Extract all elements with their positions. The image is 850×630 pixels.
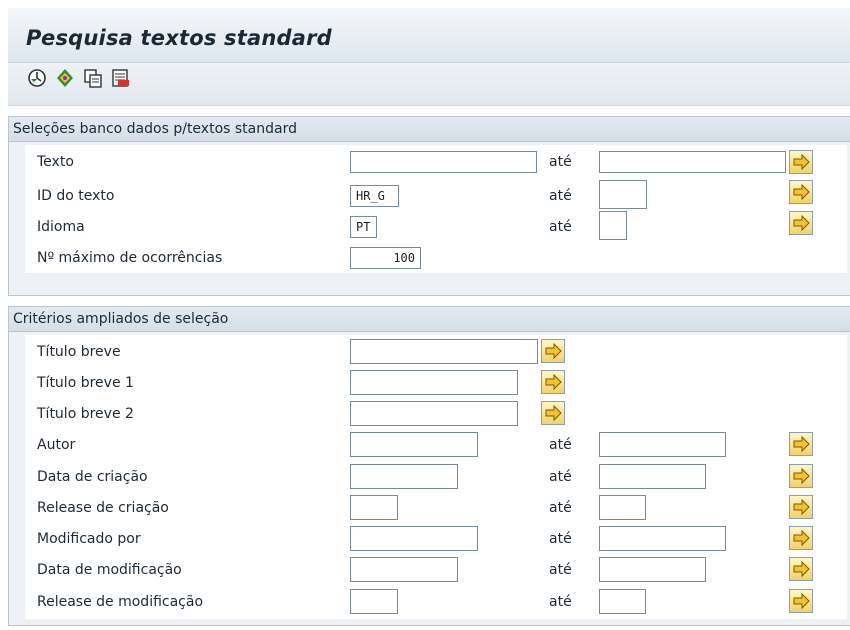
- arrow-right-icon: [545, 342, 562, 360]
- variant-attributes-icon[interactable]: [110, 67, 132, 89]
- range-to-label: até: [549, 562, 572, 578]
- range-to-label: até: [549, 531, 572, 547]
- idioma-to-input[interactable]: [599, 211, 627, 240]
- field-label-titulo-breve: Título breve: [37, 344, 121, 360]
- field-label-data-modificacao: Data de modificação: [37, 562, 182, 578]
- field-label-titulo-breve-1: Título breve 1: [37, 375, 134, 391]
- max-ocorrencias-input[interactable]: [350, 247, 421, 269]
- group-title: Critérios ampliados de seleção: [9, 307, 850, 332]
- arrow-right-icon: [793, 498, 810, 516]
- arrow-right-icon: [545, 404, 562, 422]
- titulo-breve-multiple-selection-button[interactable]: [541, 339, 565, 363]
- titulo-breve-2-multiple-selection-button[interactable]: [541, 401, 565, 425]
- execute-icon[interactable]: [26, 67, 48, 89]
- field-label-titulo-breve-2: Título breve 2: [37, 406, 134, 422]
- range-to-label: até: [549, 500, 572, 516]
- group-database-selections: Seleções banco dados p/textos standard T…: [8, 116, 850, 296]
- id-do-texto-from-input[interactable]: [350, 185, 399, 207]
- arrow-right-icon: [793, 214, 810, 232]
- data-criacao-from-input[interactable]: [350, 464, 458, 489]
- range-to-label: até: [549, 469, 572, 485]
- range-to-label: até: [549, 219, 572, 235]
- field-label-max-ocorrencias: Nº máximo de ocorrências: [37, 250, 223, 266]
- application-toolbar: [8, 63, 850, 106]
- data-modificacao-to-input[interactable]: [599, 557, 706, 582]
- idioma-multiple-selection-button[interactable]: [789, 211, 813, 235]
- release-modificacao-to-input[interactable]: [599, 589, 646, 614]
- copy-icon[interactable]: [82, 67, 104, 89]
- field-label-texto: Texto: [37, 154, 74, 170]
- field-label-modificado-por: Modificado por: [37, 531, 141, 547]
- idioma-from-input[interactable]: [350, 216, 377, 238]
- release-criacao-to-input[interactable]: [599, 495, 646, 520]
- field-label-data-criacao: Data de criação: [37, 469, 148, 485]
- range-to-label: até: [549, 154, 572, 170]
- arrow-right-icon: [793, 592, 810, 610]
- arrow-right-icon: [793, 560, 810, 578]
- arrow-right-icon: [793, 529, 810, 547]
- data-criacao-to-input[interactable]: [599, 464, 706, 489]
- get-variant-icon[interactable]: [54, 67, 76, 89]
- range-to-label: até: [549, 594, 572, 610]
- page-title: Pesquisa textos standard: [26, 26, 332, 50]
- field-label-release-modificacao: Release de modificação: [37, 594, 204, 610]
- texto-multiple-selection-button[interactable]: [789, 150, 813, 174]
- texto-from-input[interactable]: [350, 151, 537, 173]
- titulo-breve-1-input[interactable]: [350, 370, 518, 395]
- release-modificacao-multiple-selection-button[interactable]: [789, 589, 813, 613]
- data-modificacao-multiple-selection-button[interactable]: [789, 557, 813, 581]
- texto-to-input[interactable]: [599, 151, 786, 173]
- titulo-breve-2-input[interactable]: [350, 401, 518, 426]
- release-criacao-from-input[interactable]: [350, 495, 398, 520]
- titulo-breve-1-multiple-selection-button[interactable]: [541, 370, 565, 394]
- titulo-breve-input[interactable]: [350, 339, 538, 364]
- release-criacao-multiple-selection-button[interactable]: [789, 495, 813, 519]
- range-to-label: até: [549, 437, 572, 453]
- data-criacao-multiple-selection-button[interactable]: [789, 464, 813, 488]
- arrow-right-icon: [793, 153, 810, 171]
- range-to-label: até: [549, 188, 572, 204]
- group-title: Seleções banco dados p/textos standard: [9, 117, 850, 142]
- arrow-right-icon: [793, 467, 810, 485]
- id-do-texto-to-input[interactable]: [599, 180, 647, 209]
- arrow-right-icon: [545, 373, 562, 391]
- field-label-autor: Autor: [37, 437, 76, 453]
- release-modificacao-from-input[interactable]: [350, 589, 398, 614]
- arrow-right-icon: [793, 435, 810, 453]
- autor-multiple-selection-button[interactable]: [789, 432, 813, 456]
- autor-from-input[interactable]: [350, 432, 478, 457]
- field-label-id-do-texto: ID do texto: [37, 188, 115, 204]
- modificado-por-to-input[interactable]: [599, 526, 726, 551]
- field-label-release-criacao: Release de criação: [37, 500, 169, 516]
- id-do-texto-multiple-selection-button[interactable]: [789, 180, 813, 204]
- modificado-por-multiple-selection-button[interactable]: [789, 526, 813, 550]
- modificado-por-from-input[interactable]: [350, 526, 478, 551]
- data-modificacao-from-input[interactable]: [350, 557, 458, 582]
- group-extended-criteria: Critérios ampliados de seleção Título br…: [8, 306, 850, 626]
- title-bar: Pesquisa textos standard: [8, 8, 850, 63]
- autor-to-input[interactable]: [599, 432, 726, 457]
- field-label-idioma: Idioma: [37, 219, 85, 235]
- arrow-right-icon: [793, 183, 810, 201]
